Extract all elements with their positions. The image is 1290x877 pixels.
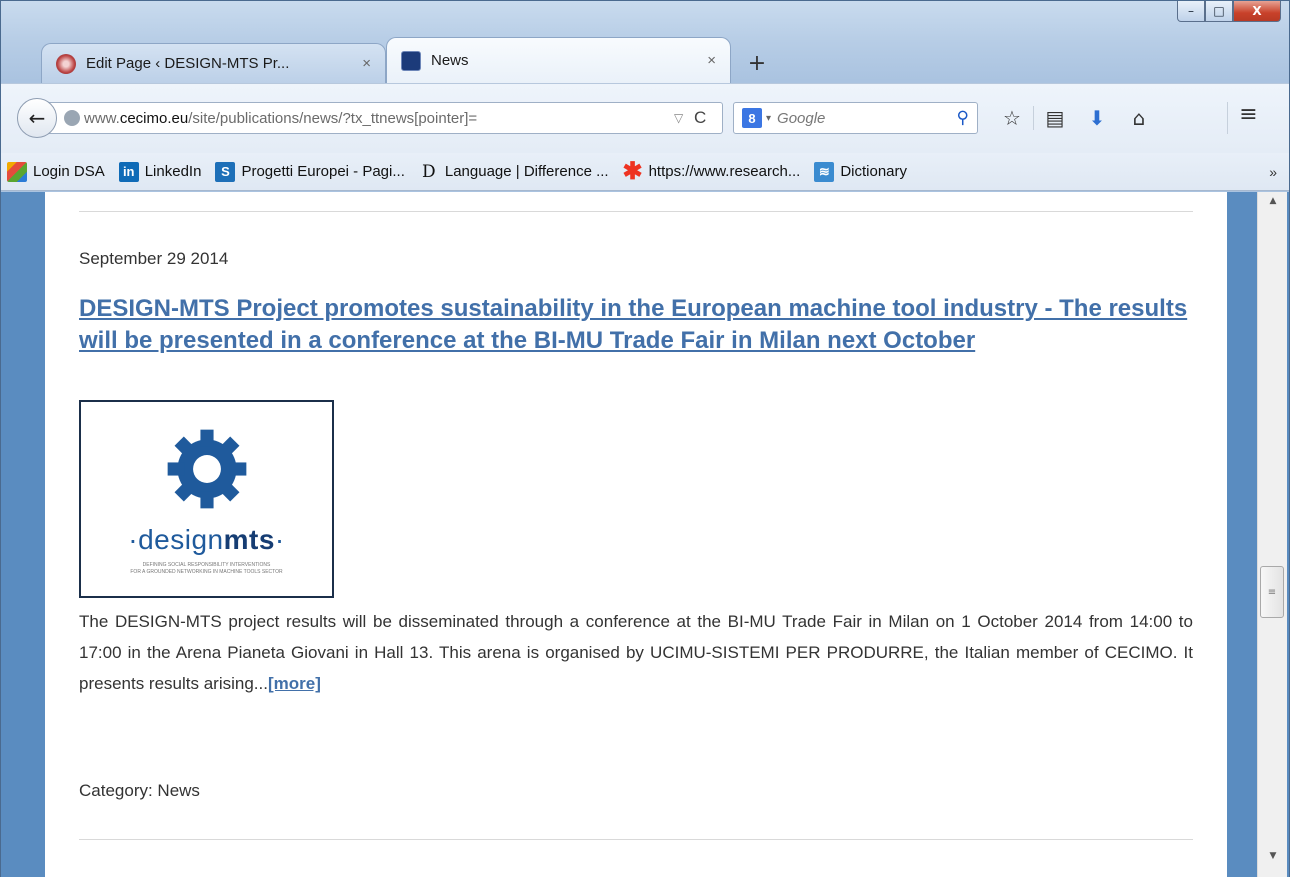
logo-text-post: ·	[274, 524, 285, 555]
menu-icon[interactable]: ≡	[1227, 102, 1269, 134]
bookmark-linkedin[interactable]: in LinkedIn	[118, 161, 202, 182]
bookmark-label: Login DSA	[33, 163, 105, 180]
scroll-up-arrow-icon[interactable]: ▲	[1258, 196, 1288, 218]
read-more-link[interactable]: [more]	[268, 674, 321, 693]
article-body-text: The DESIGN-MTS project results will be d…	[79, 612, 1193, 693]
logo-subtitle-line-1: DEFINING SOCIAL RESPONSIBILITY INTERVENT…	[142, 562, 271, 568]
logo-text-pre: ·design	[128, 524, 224, 555]
search-engine-dropdown-icon[interactable]: ▾	[766, 113, 771, 124]
page-viewport: September 29 2014 DESIGN-MTS Project pro…	[1, 192, 1289, 877]
divider	[79, 211, 1193, 212]
scroll-grip-icon: ≡	[1267, 586, 1277, 598]
browser-window: – □ X Edit Page ‹ DESIGN-MTS Pr... × New…	[0, 0, 1290, 877]
bookmark-label: Dictionary	[840, 163, 908, 180]
reload-icon[interactable]: C	[694, 108, 722, 128]
tab-title: Edit Page ‹ DESIGN-MTS Pr...	[86, 55, 290, 72]
close-window-button[interactable]: X	[1233, 1, 1281, 22]
url-bar[interactable]: www.cecimo.eu/site/publications/news/?tx…	[39, 102, 723, 134]
toolbar-icons: ☆ ▤ ⬇ ⌂	[991, 102, 1160, 134]
bookmarks-toolbar: Login DSA in LinkedIn S Progetti Europei…	[1, 153, 1289, 191]
site-identity-icon[interactable]	[64, 110, 80, 126]
url-history-dropdown-icon[interactable]: ▽	[674, 111, 694, 125]
d-letter-icon: D	[422, 161, 436, 182]
minimize-button[interactable]: –	[1177, 1, 1205, 22]
back-button[interactable]: ←	[17, 98, 57, 138]
search-box[interactable]: 8 ▾ Google ⚲	[733, 102, 978, 134]
scrollbar-thumb[interactable]: ≡	[1260, 566, 1284, 618]
new-tab-button[interactable]: +	[737, 43, 777, 83]
tab-strip: Edit Page ‹ DESIGN-MTS Pr... × News × +	[41, 37, 777, 83]
close-tab-icon[interactable]: ×	[362, 55, 371, 72]
search-placeholder: Google	[777, 109, 826, 127]
sharepoint-icon: S	[215, 161, 236, 182]
wordpress-favicon-icon	[56, 53, 76, 74]
bookmark-label: https://www.research...	[648, 163, 801, 180]
divider	[79, 839, 1193, 840]
bookmark-login-dsa[interactable]: Login DSA	[7, 161, 105, 182]
logo-text-bold: mts	[223, 524, 275, 555]
tab-news[interactable]: News ×	[386, 37, 731, 83]
reading-list-icon[interactable]: ▤	[1034, 106, 1076, 130]
navigation-toolbar: ← www.cecimo.eu/site/publications/news/?…	[1, 83, 1289, 153]
bookmark-label: Progetti Europei - Pagi...	[241, 163, 405, 180]
cecimo-favicon-icon	[401, 50, 421, 71]
article-date: September 29 2014	[79, 249, 229, 268]
bookmark-label: Language | Difference ...	[444, 163, 609, 180]
google-search-engine-icon[interactable]: 8	[742, 108, 762, 128]
bookmark-star-icon[interactable]: ☆	[991, 106, 1033, 130]
scroll-down-arrow-icon[interactable]: ▼	[1258, 851, 1288, 873]
url-text: www.cecimo.eu/site/publications/news/?tx…	[84, 110, 674, 127]
bookmark-label: LinkedIn	[144, 163, 202, 180]
dsa-icon	[7, 161, 27, 182]
article-summary: The DESIGN-MTS project results will be d…	[79, 606, 1193, 699]
maximize-button[interactable]: □	[1205, 1, 1233, 22]
bookmark-language-difference[interactable]: D Language | Difference ...	[419, 162, 609, 182]
logo-subtitle-line-2: FOR A GROUNDED NETWORKING IN MACHINE TOO…	[130, 569, 283, 575]
news-content: September 29 2014 DESIGN-MTS Project pro…	[45, 192, 1227, 877]
vertical-scrollbar[interactable]: ▲ ≡ ▼	[1257, 192, 1287, 877]
bookmarks-overflow-icon[interactable]: »	[1269, 164, 1277, 180]
gear-icon	[166, 428, 248, 510]
bookmark-research[interactable]: ✱ https://www.research...	[622, 158, 801, 185]
asterisk-icon: ✱	[622, 158, 643, 185]
download-icon[interactable]: ⬇	[1076, 106, 1118, 130]
article-category: Category: News	[79, 781, 200, 800]
bookmark-dictionary[interactable]: ≋ Dictionary	[814, 161, 908, 182]
home-icon[interactable]: ⌂	[1118, 106, 1160, 130]
article-headline-link[interactable]: DESIGN-MTS Project promotes sustainabili…	[79, 293, 1204, 357]
linkedin-icon: in	[118, 161, 139, 182]
bookmark-progetti-europei[interactable]: S Progetti Europei - Pagi...	[215, 161, 405, 182]
designmts-logo-text: ·designmts·	[128, 524, 284, 556]
url-domain: cecimo.eu	[119, 109, 189, 127]
dictionary-icon: ≋	[814, 161, 835, 182]
article-thumbnail[interactable]: ·designmts· DEFINING SOCIAL RESPONSIBILI…	[79, 400, 334, 598]
window-controls: – □ X	[1177, 1, 1281, 22]
url-path: /site/publications/news/?tx_ttnews[point…	[188, 109, 478, 127]
close-tab-icon[interactable]: ×	[707, 52, 716, 69]
url-prefix: www.	[84, 109, 120, 127]
search-icon[interactable]: ⚲	[957, 108, 969, 128]
logo-subtitle: DEFINING SOCIAL RESPONSIBILITY INTERVENT…	[130, 562, 282, 576]
tab-edit-page[interactable]: Edit Page ‹ DESIGN-MTS Pr... ×	[41, 43, 386, 83]
tab-title: News	[431, 52, 469, 69]
